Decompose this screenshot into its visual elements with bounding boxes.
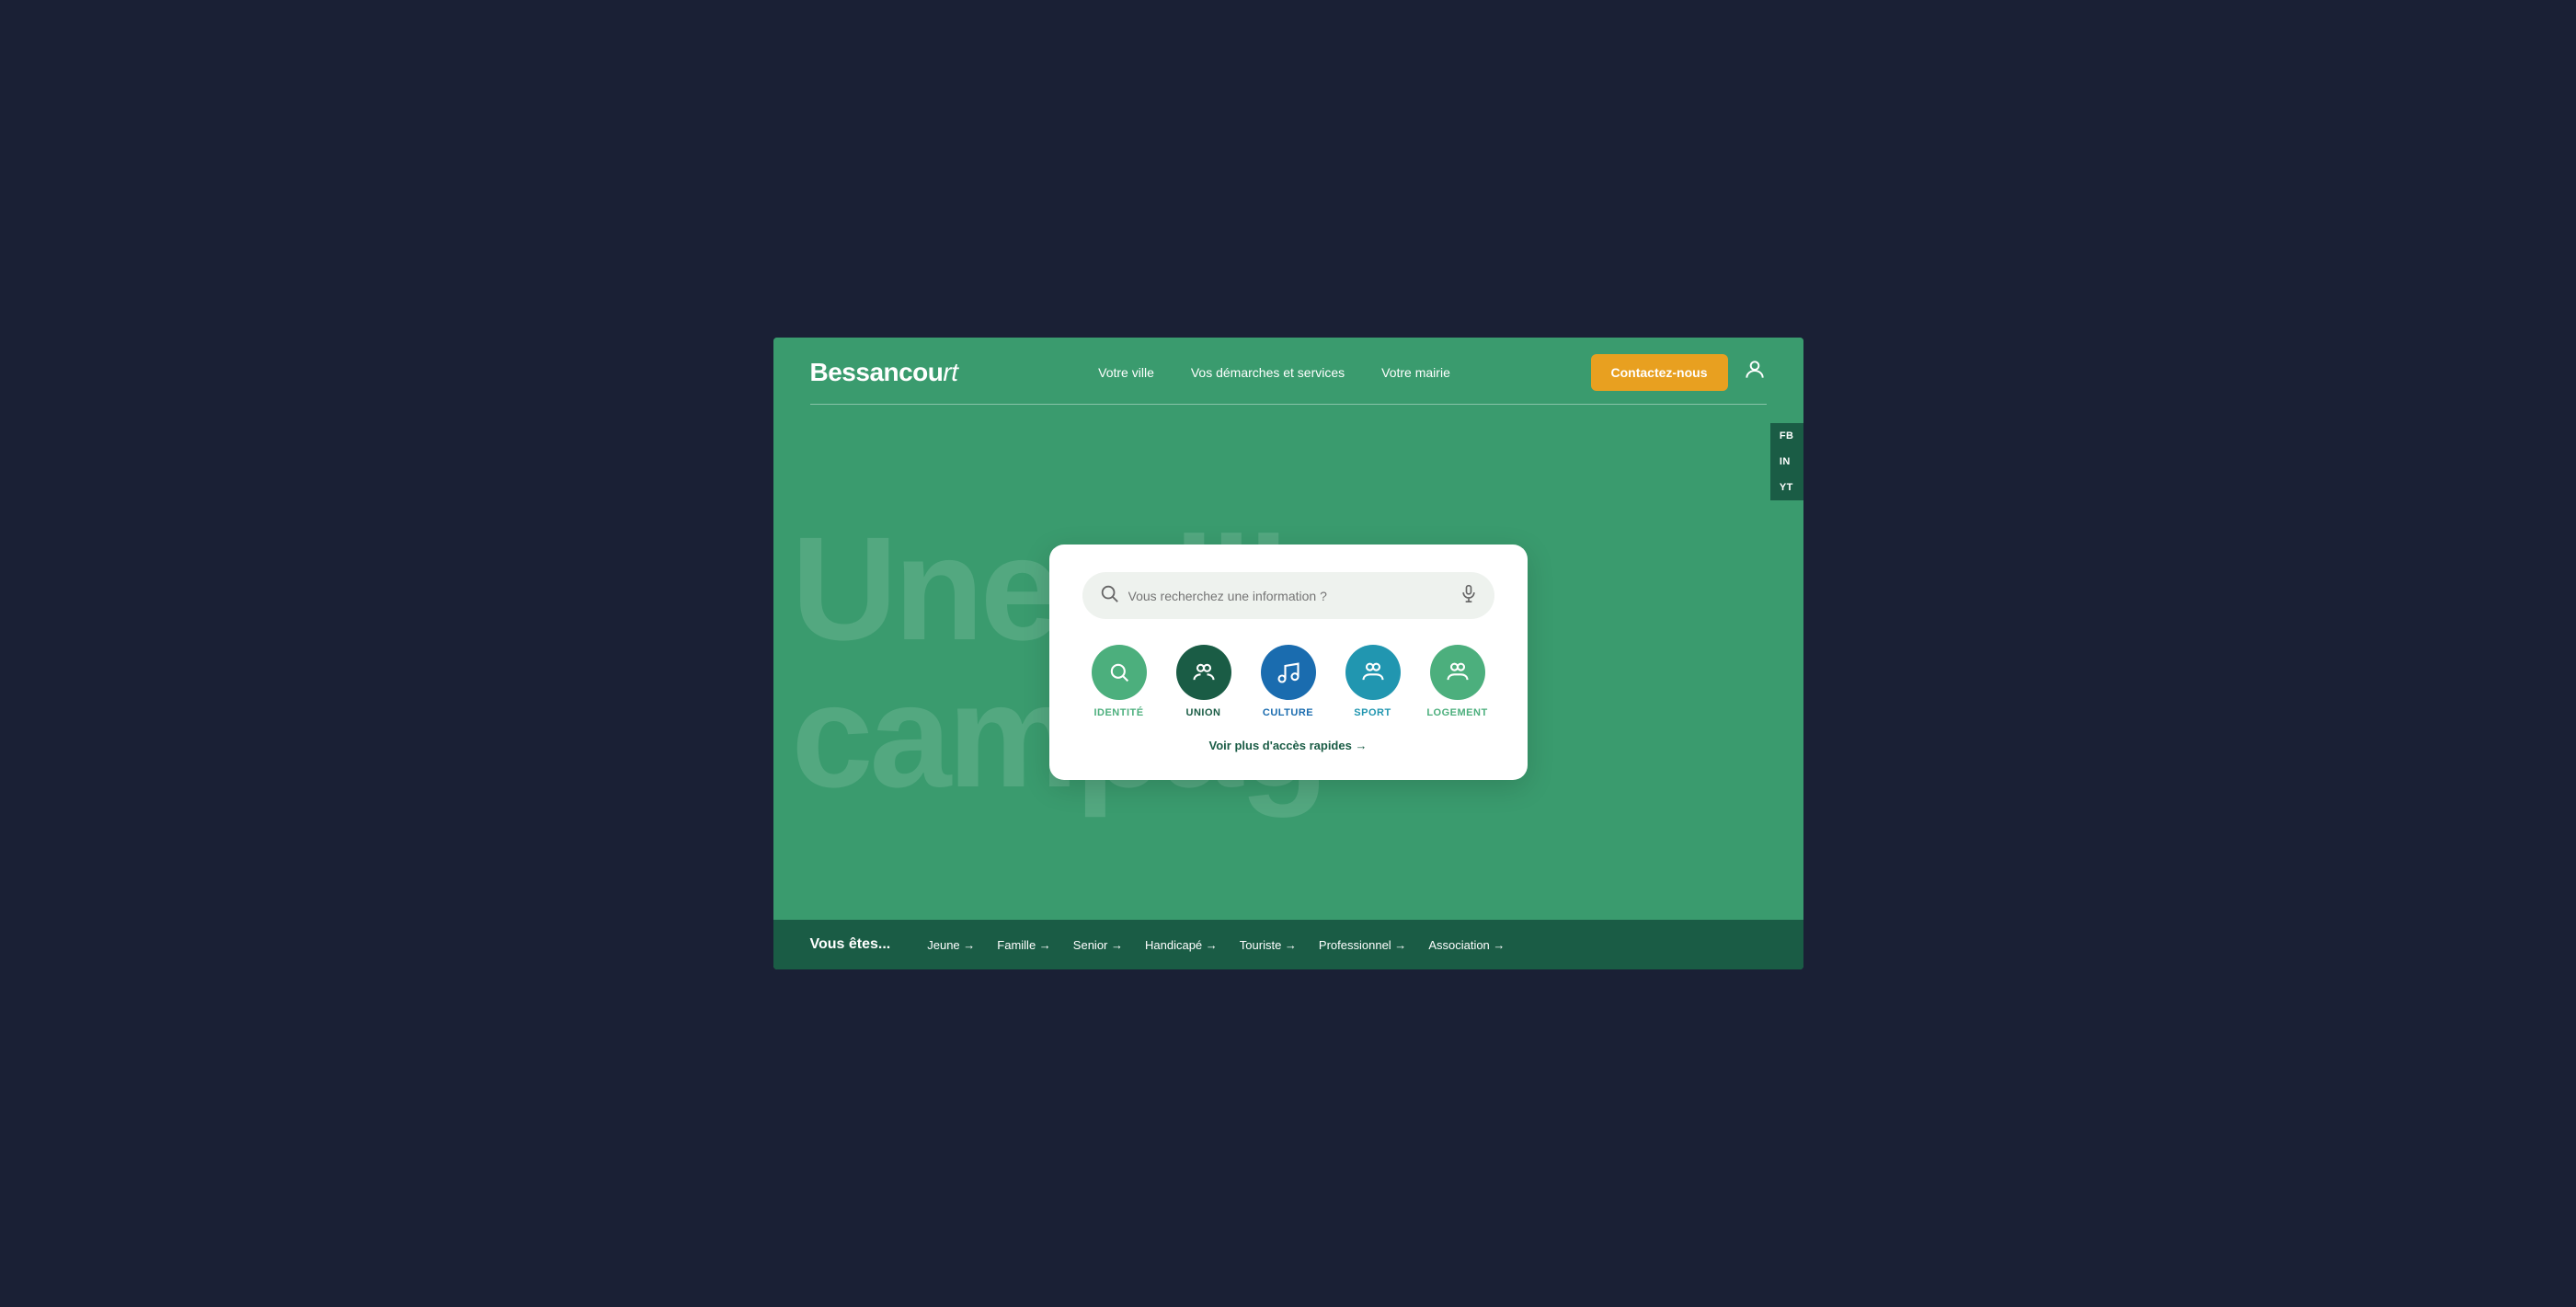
qa-logement-icon [1430,645,1485,700]
main-nav: Votre ville Vos démarches et services Vo… [1098,365,1450,380]
quick-access: IDENTITÉ UNION [1082,645,1494,718]
bottom-link-handicape[interactable]: Handicapé → [1145,938,1218,952]
search-icon [1099,583,1119,608]
bottom-link-famille[interactable]: Famille → [997,938,1051,952]
bottom-links: Jeune → Famille → Senior → Handicapé → T… [927,938,1505,952]
qa-identite-icon [1092,645,1147,700]
bottom-bar: Vous êtes... Jeune → Famille → Senior → … [773,920,1803,969]
page-wrapper: Bessancourt Votre ville Vos démarches et… [773,338,1803,969]
qa-culture[interactable]: CULTURE [1252,645,1325,718]
bottom-link-association[interactable]: Association → [1428,938,1505,952]
social-facebook[interactable]: FB [1770,423,1803,449]
nav-votre-mairie[interactable]: Votre mairie [1381,365,1450,380]
qa-culture-label: CULTURE [1263,707,1313,718]
social-sidebar: FB IN YT [1770,423,1803,500]
search-input[interactable] [1128,589,1450,603]
header: Bessancourt Votre ville Vos démarches et… [773,338,1803,391]
qa-logement[interactable]: LOGEMENT [1421,645,1494,718]
qa-culture-icon [1261,645,1316,700]
contact-button[interactable]: Contactez-nous [1591,354,1728,391]
qa-union-icon [1176,645,1231,700]
bottom-link-senior[interactable]: Senior → [1073,938,1123,952]
qa-identite-label: IDENTITÉ [1093,707,1143,718]
header-actions: Contactez-nous [1591,354,1767,391]
qa-union[interactable]: UNION [1167,645,1241,718]
mic-icon[interactable] [1460,584,1478,607]
qa-sport[interactable]: SPORT [1336,645,1410,718]
bottom-link-touriste[interactable]: Touriste → [1240,938,1297,952]
qa-sport-label: SPORT [1354,707,1391,718]
vous-etes-label: Vous êtes... [810,936,891,953]
social-youtube[interactable]: YT [1770,475,1803,500]
bottom-link-jeune[interactable]: Jeune → [927,938,975,952]
search-card: IDENTITÉ UNION [1049,545,1528,780]
hero-section: Une ville campag FB IN YT [773,405,1803,920]
social-instagram[interactable]: IN [1770,449,1803,475]
qa-union-label: UNION [1186,707,1221,718]
nav-votre-ville[interactable]: Votre ville [1098,365,1154,380]
search-bar [1082,572,1494,619]
user-svg [1743,358,1767,382]
user-icon[interactable] [1743,358,1767,387]
qa-sport-icon [1345,645,1401,700]
qa-logement-label: LOGEMENT [1426,707,1487,718]
logo[interactable]: Bessancourt [810,358,958,387]
bottom-link-professionnel[interactable]: Professionnel → [1319,938,1406,952]
qa-identite[interactable]: IDENTITÉ [1082,645,1156,718]
voir-plus-link[interactable]: Voir plus d'accès rapides → [1082,739,1494,752]
nav-vos-demarches[interactable]: Vos démarches et services [1191,365,1345,380]
